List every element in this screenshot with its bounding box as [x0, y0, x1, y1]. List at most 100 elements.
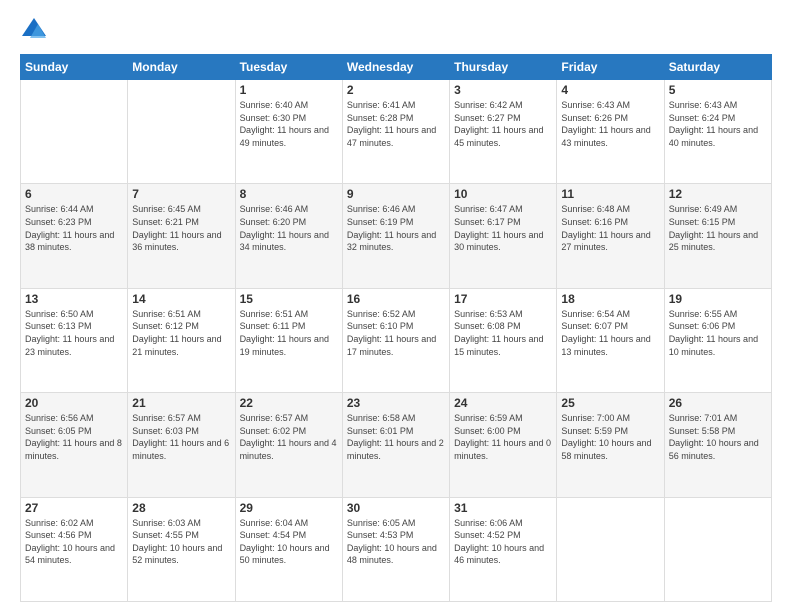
weekday-header-monday: Monday	[128, 55, 235, 80]
calendar-cell: 8Sunrise: 6:46 AMSunset: 6:20 PMDaylight…	[235, 184, 342, 288]
calendar-cell: 29Sunrise: 6:04 AMSunset: 4:54 PMDayligh…	[235, 497, 342, 601]
calendar-cell: 16 Sunrise: 6:52 AMSunset: 6:10 PMDayligh…	[342, 288, 449, 392]
week-row-5: 27Sunrise: 6:02 AMSunset: 4:56 PMDayligh…	[21, 497, 772, 601]
day-info: Sunrise: 6:46 AMSunset: 6:19 PMDaylight:…	[347, 203, 445, 253]
week-row-2: 6 Sunrise: 6:44 AMSunset: 6:23 PMDaylight…	[21, 184, 772, 288]
calendar-cell: 12 Sunrise: 6:49 AMSunset: 6:15 PMDayligh…	[664, 184, 771, 288]
day-number: 1	[240, 83, 338, 97]
calendar-cell: 18 Sunrise: 6:54 AMSunset: 6:07 PMDayligh…	[557, 288, 664, 392]
calendar-cell: 11 Sunrise: 6:48 AMSunset: 6:16 PMDayligh…	[557, 184, 664, 288]
weekday-header-friday: Friday	[557, 55, 664, 80]
day-number: 17	[454, 292, 552, 306]
weekday-header-wednesday: Wednesday	[342, 55, 449, 80]
day-info: Sunrise: 6:43 AMSunset: 6:24 PMDaylight:…	[669, 99, 767, 149]
calendar-cell: 24Sunrise: 6:59 AMSunset: 6:00 PMDayligh…	[450, 393, 557, 497]
calendar-cell	[664, 497, 771, 601]
calendar-cell: 22 Sunrise: 6:57 AMSunset: 6:02 PMDayligh…	[235, 393, 342, 497]
day-info: Sunrise: 6:57 AMSunset: 6:03 PMDaylight:…	[132, 412, 230, 462]
calendar-cell: 7Sunrise: 6:45 AMSunset: 6:21 PMDaylight…	[128, 184, 235, 288]
day-info: Sunrise: 6:56 AMSunset: 6:05 PMDaylight:…	[25, 412, 123, 462]
calendar-cell: 13 Sunrise: 6:50 AMSunset: 6:13 PMDayligh…	[21, 288, 128, 392]
day-info: Sunrise: 6:04 AMSunset: 4:54 PMDaylight:…	[240, 517, 338, 567]
day-number: 22	[240, 396, 338, 410]
day-number: 7	[132, 187, 230, 201]
day-info: Sunrise: 7:00 AMSunset: 5:59 PMDaylight:…	[561, 412, 659, 462]
logo-icon	[20, 16, 48, 44]
day-number: 6	[25, 187, 123, 201]
day-number: 4	[561, 83, 659, 97]
day-info: Sunrise: 7:01 AMSunset: 5:58 PMDaylight:…	[669, 412, 767, 462]
day-number: 21	[132, 396, 230, 410]
calendar-cell: 3Sunrise: 6:42 AMSunset: 6:27 PMDaylight…	[450, 80, 557, 184]
day-info: Sunrise: 6:06 AMSunset: 4:52 PMDaylight:…	[454, 517, 552, 567]
calendar-cell: 20 Sunrise: 6:56 AMSunset: 6:05 PMDayligh…	[21, 393, 128, 497]
weekday-header-row: SundayMondayTuesdayWednesdayThursdayFrid…	[21, 55, 772, 80]
header	[20, 16, 772, 44]
day-info: Sunrise: 6:48 AMSunset: 6:16 PMDaylight:…	[561, 203, 659, 253]
calendar-cell: 30 Sunrise: 6:05 AMSunset: 4:53 PMDayligh…	[342, 497, 449, 601]
calendar-cell: 1 Sunrise: 6:40 AMSunset: 6:30 PMDaylight…	[235, 80, 342, 184]
day-number: 23	[347, 396, 445, 410]
day-info: Sunrise: 6:50 AMSunset: 6:13 PMDaylight:…	[25, 308, 123, 358]
day-info: Sunrise: 6:43 AMSunset: 6:26 PMDaylight:…	[561, 99, 659, 149]
day-info: Sunrise: 6:52 AMSunset: 6:10 PMDaylight:…	[347, 308, 445, 358]
day-info: Sunrise: 6:55 AMSunset: 6:06 PMDaylight:…	[669, 308, 767, 358]
weekday-header-thursday: Thursday	[450, 55, 557, 80]
day-info: Sunrise: 6:57 AMSunset: 6:02 PMDaylight:…	[240, 412, 338, 462]
day-info: Sunrise: 6:41 AMSunset: 6:28 PMDaylight:…	[347, 99, 445, 149]
day-number: 5	[669, 83, 767, 97]
weekday-header-tuesday: Tuesday	[235, 55, 342, 80]
day-info: Sunrise: 6:03 AMSunset: 4:55 PMDaylight:…	[132, 517, 230, 567]
day-number: 26	[669, 396, 767, 410]
calendar-cell	[128, 80, 235, 184]
day-info: Sunrise: 6:54 AMSunset: 6:07 PMDaylight:…	[561, 308, 659, 358]
day-info: Sunrise: 6:51 AMSunset: 6:12 PMDaylight:…	[132, 308, 230, 358]
day-info: Sunrise: 6:42 AMSunset: 6:27 PMDaylight:…	[454, 99, 552, 149]
day-number: 30	[347, 501, 445, 515]
day-number: 28	[132, 501, 230, 515]
calendar-cell: 15Sunrise: 6:51 AMSunset: 6:11 PMDayligh…	[235, 288, 342, 392]
day-number: 25	[561, 396, 659, 410]
calendar-cell	[21, 80, 128, 184]
day-number: 2	[347, 83, 445, 97]
day-info: Sunrise: 6:53 AMSunset: 6:08 PMDaylight:…	[454, 308, 552, 358]
calendar-cell: 19Sunrise: 6:55 AMSunset: 6:06 PMDayligh…	[664, 288, 771, 392]
day-number: 11	[561, 187, 659, 201]
calendar-cell: 14 Sunrise: 6:51 AMSunset: 6:12 PMDayligh…	[128, 288, 235, 392]
week-row-1: 1 Sunrise: 6:40 AMSunset: 6:30 PMDaylight…	[21, 80, 772, 184]
calendar-cell: 23 Sunrise: 6:58 AMSunset: 6:01 PMDayligh…	[342, 393, 449, 497]
day-number: 15	[240, 292, 338, 306]
day-number: 10	[454, 187, 552, 201]
day-info: Sunrise: 6:49 AMSunset: 6:15 PMDaylight:…	[669, 203, 767, 253]
day-info: Sunrise: 6:58 AMSunset: 6:01 PMDaylight:…	[347, 412, 445, 462]
calendar-cell: 6 Sunrise: 6:44 AMSunset: 6:23 PMDaylight…	[21, 184, 128, 288]
week-row-4: 20 Sunrise: 6:56 AMSunset: 6:05 PMDayligh…	[21, 393, 772, 497]
calendar-cell: 25 Sunrise: 7:00 AMSunset: 5:59 PMDayligh…	[557, 393, 664, 497]
day-number: 14	[132, 292, 230, 306]
calendar-cell: 21 Sunrise: 6:57 AMSunset: 6:03 PMDayligh…	[128, 393, 235, 497]
week-row-3: 13 Sunrise: 6:50 AMSunset: 6:13 PMDayligh…	[21, 288, 772, 392]
calendar-cell: 28 Sunrise: 6:03 AMSunset: 4:55 PMDayligh…	[128, 497, 235, 601]
day-number: 8	[240, 187, 338, 201]
day-number: 20	[25, 396, 123, 410]
day-number: 16	[347, 292, 445, 306]
day-number: 12	[669, 187, 767, 201]
day-number: 31	[454, 501, 552, 515]
day-info: Sunrise: 6:40 AMSunset: 6:30 PMDaylight:…	[240, 99, 338, 149]
calendar-cell: 31 Sunrise: 6:06 AMSunset: 4:52 PMDayligh…	[450, 497, 557, 601]
day-number: 24	[454, 396, 552, 410]
calendar: SundayMondayTuesdayWednesdayThursdayFrid…	[20, 54, 772, 602]
day-number: 18	[561, 292, 659, 306]
day-info: Sunrise: 6:05 AMSunset: 4:53 PMDaylight:…	[347, 517, 445, 567]
calendar-cell: 5 Sunrise: 6:43 AMSunset: 6:24 PMDaylight…	[664, 80, 771, 184]
logo	[20, 16, 52, 44]
day-info: Sunrise: 6:47 AMSunset: 6:17 PMDaylight:…	[454, 203, 552, 253]
calendar-cell: 26 Sunrise: 7:01 AMSunset: 5:58 PMDayligh…	[664, 393, 771, 497]
day-info: Sunrise: 6:44 AMSunset: 6:23 PMDaylight:…	[25, 203, 123, 253]
weekday-header-saturday: Saturday	[664, 55, 771, 80]
page: SundayMondayTuesdayWednesdayThursdayFrid…	[0, 0, 792, 612]
day-info: Sunrise: 6:02 AMSunset: 4:56 PMDaylight:…	[25, 517, 123, 567]
calendar-cell: 10 Sunrise: 6:47 AMSunset: 6:17 PMDayligh…	[450, 184, 557, 288]
day-number: 13	[25, 292, 123, 306]
calendar-cell: 4 Sunrise: 6:43 AMSunset: 6:26 PMDaylight…	[557, 80, 664, 184]
